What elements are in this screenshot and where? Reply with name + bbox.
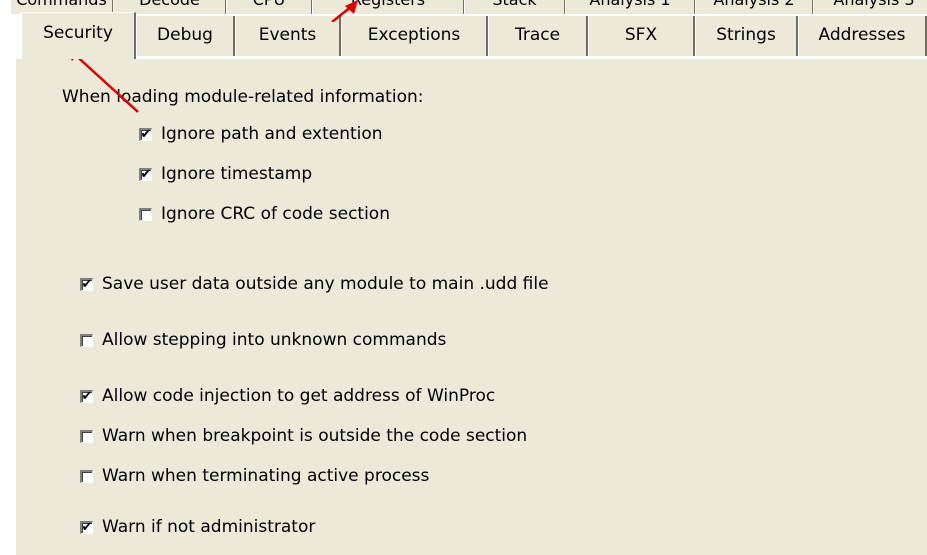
option-label: Ignore timestamp [161, 164, 313, 184]
option-label: Ignore CRC of code section [161, 204, 390, 224]
option-ignore-timestamp[interactable]: ✔ Ignore timestamp [139, 163, 312, 185]
checkbox[interactable] [139, 207, 152, 221]
checkbox[interactable]: ✔ [80, 389, 93, 403]
checkbox[interactable] [80, 333, 93, 347]
option-label: Allow code injection to get address of W… [102, 386, 496, 406]
tab-debug[interactable]: Debug [136, 16, 235, 56]
option-ignore-crc[interactable]: Ignore CRC of code section [139, 203, 390, 225]
tab-addresses[interactable]: Addresses [798, 16, 927, 56]
red-arrow-icon [331, 0, 358, 22]
checkbox[interactable]: ✔ [139, 167, 152, 181]
option-label: Warn when breakpoint is outside the code… [102, 426, 528, 446]
tab-trace[interactable]: Trace [488, 16, 588, 56]
option-warn-terminating[interactable]: Warn when terminating active process [80, 465, 429, 487]
checkbox[interactable]: ✔ [139, 127, 152, 141]
options-dialog: Commands Decode CPU Registers Stack Anal… [0, 0, 927, 555]
checkbox[interactable]: ✔ [80, 277, 93, 291]
option-warn-not-admin[interactable]: ✔ Warn if not administrator [80, 516, 315, 538]
option-allow-stepping[interactable]: Allow stepping into unknown commands [80, 329, 446, 351]
option-label: Warn when terminating active process [102, 466, 430, 486]
option-label: Warn if not administrator [102, 517, 316, 537]
option-label: Save user data outside any module to mai… [102, 274, 549, 294]
option-allow-code-injection[interactable]: ✔ Allow code injection to get address of… [80, 385, 495, 407]
tab-strings[interactable]: Strings [695, 16, 798, 56]
tab-sfx[interactable]: SFX [588, 16, 695, 56]
checkbox[interactable] [80, 429, 93, 443]
option-label: Ignore path and extention [161, 124, 383, 144]
tab-exceptions[interactable]: Exceptions [341, 16, 488, 56]
option-ignore-path[interactable]: ✔ Ignore path and extention [139, 123, 383, 145]
option-save-user-data[interactable]: ✔ Save user data outside any module to m… [80, 273, 549, 295]
option-label: Allow stepping into unknown commands [102, 330, 447, 350]
checkbox[interactable]: ✔ [80, 520, 93, 534]
checkbox[interactable] [80, 469, 93, 483]
tab-events[interactable]: Events [235, 16, 341, 56]
tab-security[interactable]: Security [20, 12, 136, 59]
option-warn-breakpoint[interactable]: Warn when breakpoint is outside the code… [80, 425, 527, 447]
